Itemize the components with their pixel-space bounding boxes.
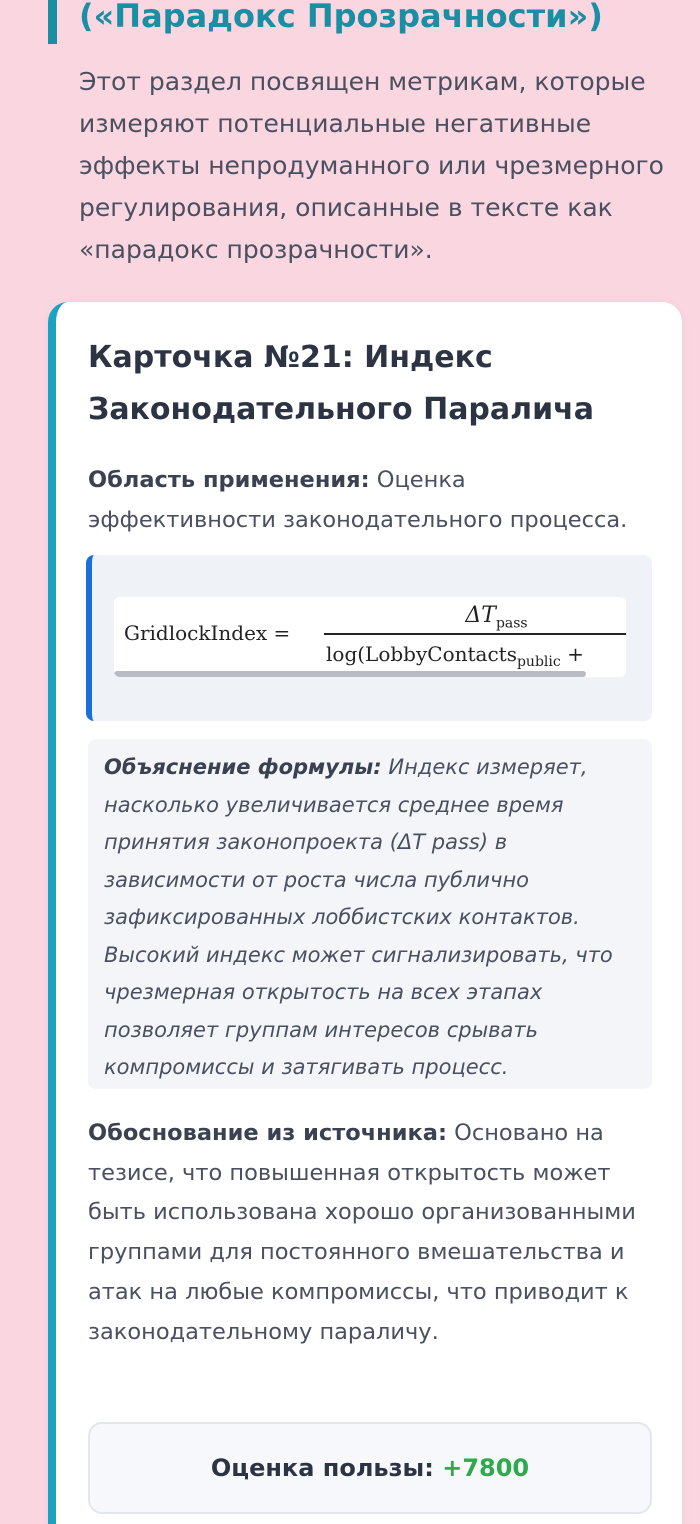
- formula-denominator-sub: public: [516, 654, 561, 670]
- section-intro: Этот раздел посвящен метрикам, которые и…: [79, 67, 664, 264]
- formula-explanation: Объяснение формулы: Индекс измеряет, нас…: [88, 739, 652, 1089]
- formula-box: GridlockIndex = ΔTpass log(LobbyContacts…: [86, 555, 652, 721]
- explain-label: Объяснение формулы:: [104, 755, 382, 779]
- formula-lhs: GridlockIndex =: [124, 621, 291, 645]
- basis-text: Основано на тезисе, что повышенная откры…: [88, 1120, 636, 1345]
- formula-numerator-sub: pass: [495, 615, 528, 632]
- formula-fraction: ΔTpass log(LobbyContactspublic +: [324, 599, 626, 677]
- score-label: Оценка пользы:: [210, 1454, 434, 1482]
- formula-scroll-area[interactable]: GridlockIndex = ΔTpass log(LobbyContacts…: [114, 597, 626, 677]
- basis-label: Обоснование из источника:: [88, 1120, 447, 1146]
- source-basis: Обоснование из источника: Основано на те…: [88, 1114, 648, 1352]
- section-header: («Парадокс Прозрачности»): [48, 0, 688, 44]
- scope-label: Область применения:: [88, 467, 370, 493]
- score-value: +7800: [442, 1454, 530, 1482]
- formula-scrollbar[interactable]: [114, 671, 586, 677]
- formula-numerator: ΔTpass: [465, 603, 528, 632]
- explain-text: Индекс измеряет, насколько увеличивается…: [104, 755, 613, 1079]
- scope-paragraph: Область применения: Оценка эффективности…: [88, 460, 658, 540]
- card-title: Карточка №21: Индекс Законодательного Па…: [88, 340, 594, 427]
- metric-card: Карточка №21: Индекс Законодательного Па…: [48, 302, 682, 1524]
- page: («Парадокс Прозрачности») Этот раздел по…: [0, 0, 700, 1524]
- score-box: Оценка пользы: +7800: [88, 1422, 652, 1514]
- section-title: («Парадокс Прозрачности»): [79, 0, 603, 35]
